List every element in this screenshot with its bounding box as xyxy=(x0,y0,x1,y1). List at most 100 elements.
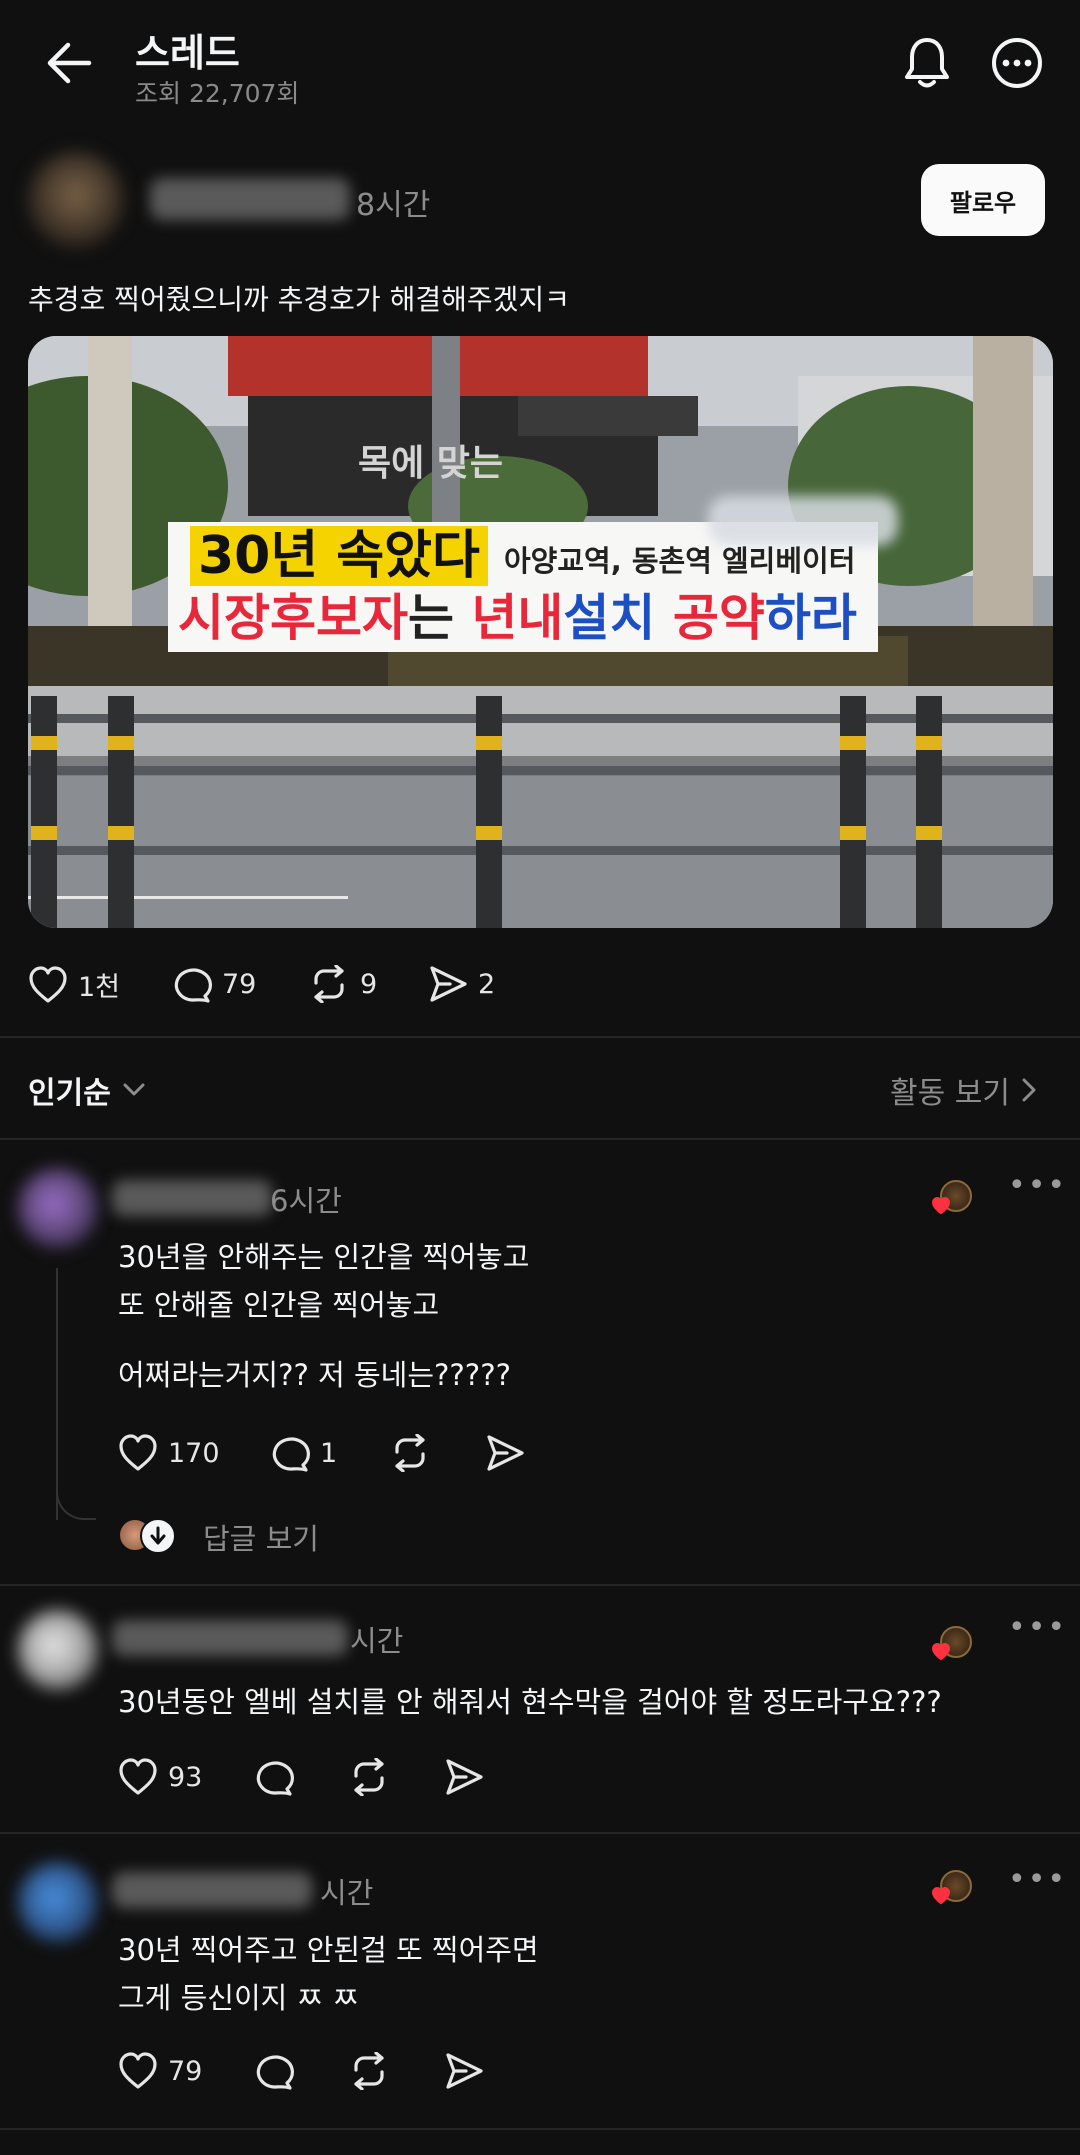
reply-action[interactable]: 1 xyxy=(270,1434,337,1472)
banner-word-5: 공약 xyxy=(655,589,765,647)
divider xyxy=(0,1036,1080,1038)
repost-action[interactable] xyxy=(348,1758,390,1796)
commenter-avatar[interactable] xyxy=(18,1610,98,1690)
banner-word-3: 년내 xyxy=(471,589,564,647)
divider xyxy=(0,2128,1080,2130)
view-replies-link[interactable]: 답글 보기 xyxy=(203,1516,319,1558)
comment-line: 또 안해줄 인간을 찍어놓고 xyxy=(118,1288,440,1322)
send-icon xyxy=(485,1434,525,1472)
comment-icon xyxy=(172,965,212,1003)
page-title: 스레드 xyxy=(135,31,240,75)
bell-icon[interactable] xyxy=(903,36,951,90)
share-action[interactable]: 2 xyxy=(428,965,495,1003)
heart-icon xyxy=(28,965,68,1004)
reply-action[interactable] xyxy=(254,2052,294,2090)
comment-action[interactable]: 79 xyxy=(172,965,256,1003)
like-action[interactable]: 170 xyxy=(118,1434,220,1472)
comment-time: 시간 xyxy=(320,1876,374,1910)
activity-label: 활동 보기 xyxy=(890,1076,1010,1111)
commenter-avatar[interactable] xyxy=(18,1168,98,1248)
comment-icon xyxy=(254,2052,294,2090)
liked-by-author-badge xyxy=(930,1870,972,1910)
like-action[interactable]: 1천 xyxy=(28,965,120,1004)
share-count: 2 xyxy=(478,968,496,1000)
commenter-name-blurred[interactable] xyxy=(112,1180,272,1216)
send-icon xyxy=(428,965,468,1003)
banner-line1-small: 아양교역, 동촌역 엘리베이터 xyxy=(504,544,856,578)
like-action[interactable]: 79 xyxy=(118,2052,202,2090)
sort-dropdown[interactable]: 인기순 xyxy=(28,1068,145,1112)
comment-line: 30년동안 엘베 설치를 안 해줘서 현수막을 걸어야 할 정도라구요??? xyxy=(118,1685,942,1719)
red-heart-icon xyxy=(930,1196,952,1216)
comment-time: 6시간 xyxy=(270,1184,342,1218)
comment-text: 30년동안 엘베 설치를 안 해줘서 현수막을 걸어야 할 정도라구요??? xyxy=(118,1678,942,1726)
red-heart-icon xyxy=(930,1642,952,1662)
back-arrow-icon[interactable] xyxy=(46,42,92,84)
comment-icon xyxy=(270,1434,310,1472)
author-avatar[interactable] xyxy=(28,152,124,248)
post-text: 추경호 찍어줬으니까 추경호가 해결해주겠지ㅋ xyxy=(28,283,570,316)
comment[interactable]: 6시간 30년을 안해주는 인간을 찍어놓고 또 안해줄 인간을 찍어놓고 어쩌… xyxy=(0,1140,1080,1584)
share-action[interactable] xyxy=(444,2052,484,2090)
comment-count: 79 xyxy=(222,968,257,1000)
post-photo[interactable]: 30년 속았다 아양교역, 동촌역 엘리베이터 시장후보자는 년내설치 공약하라… xyxy=(28,336,1053,928)
like-count: 79 xyxy=(168,2055,203,2087)
comment[interactable]: 시간 30년 찍어주고 안된걸 또 찍어주면 그게 등신이지 ㅉ ㅉ 79 ••… xyxy=(0,1834,1080,2134)
banner-word-4: 설치 xyxy=(563,589,656,647)
banner-word-2: 는 xyxy=(408,589,472,647)
commenter-name-blurred[interactable] xyxy=(112,1872,312,1908)
share-action[interactable] xyxy=(485,1434,525,1472)
red-heart-icon xyxy=(930,1886,952,1906)
repost-count: 9 xyxy=(360,968,378,1000)
repost-action[interactable] xyxy=(348,2052,390,2090)
banner-word-6: 하라 xyxy=(764,589,857,647)
like-count: 1천 xyxy=(78,972,121,1003)
send-icon xyxy=(444,1758,484,1796)
banner-line2: 시장후보자는 년내설치 공약하라 xyxy=(178,588,857,648)
liked-by-author-badge xyxy=(930,1626,972,1666)
comment-icon xyxy=(254,1758,294,1796)
repost-icon xyxy=(389,1434,431,1472)
banner-word-1: 시장후보자 xyxy=(178,589,408,647)
send-icon xyxy=(444,2052,484,2090)
sort-label: 인기순 xyxy=(28,1076,111,1111)
comment[interactable]: 시간 30년동안 엘베 설치를 안 해줘서 현수막을 걸어야 할 정도라구요??… xyxy=(0,1586,1080,1832)
banner-line1-big: 30년 속았다 xyxy=(190,526,488,586)
author-name-blurred[interactable] xyxy=(150,178,350,220)
follow-button[interactable]: 팔로우 xyxy=(921,164,1045,236)
comment-line: 30년을 안해주는 인간을 찍어놓고 xyxy=(118,1240,530,1274)
comment-time: 시간 xyxy=(350,1624,404,1658)
liked-by-author-badge xyxy=(930,1180,972,1220)
comment-line: 30년 찍어주고 안된걸 또 찍어주면 xyxy=(118,1933,539,1967)
heart-icon xyxy=(118,2052,158,2090)
more-options-icon[interactable] xyxy=(991,37,1043,89)
comment-more-icon[interactable]: ••• xyxy=(1008,1610,1067,1645)
comment-more-icon[interactable]: ••• xyxy=(1008,1862,1067,1897)
post-time: 8시간 xyxy=(356,188,431,223)
comment-line: 어쩌라는거지?? 저 동네는????? xyxy=(118,1358,511,1392)
repost-icon xyxy=(348,2052,390,2090)
repost-action[interactable] xyxy=(389,1434,431,1472)
view-count: 조회 22,707회 xyxy=(135,79,300,108)
commenter-avatar[interactable] xyxy=(18,1862,98,1942)
comment-text: 30년을 안해주는 인간을 찍어놓고 또 안해줄 인간을 찍어놓고 어쩌라는거지… xyxy=(118,1233,529,1399)
reply-action[interactable] xyxy=(254,1758,294,1796)
background-sign-text: 목에 맞는 xyxy=(358,443,504,484)
reply-count: 1 xyxy=(320,1437,338,1469)
thread-curve xyxy=(56,1480,96,1520)
like-action[interactable]: 93 xyxy=(118,1758,202,1796)
repost-icon xyxy=(348,1758,390,1796)
repost-action[interactable]: 9 xyxy=(308,965,377,1003)
chevron-right-icon xyxy=(1022,1078,1036,1102)
activity-link[interactable]: 활동 보기 xyxy=(890,1068,1036,1112)
arrow-down-icon xyxy=(140,1518,176,1554)
like-count: 93 xyxy=(168,1761,203,1793)
like-count: 170 xyxy=(168,1437,220,1469)
heart-icon xyxy=(118,1758,158,1796)
share-action[interactable] xyxy=(444,1758,484,1796)
repost-icon xyxy=(308,965,350,1003)
commenter-name-blurred[interactable] xyxy=(112,1620,348,1656)
comment-line: 그게 등신이지 ㅉ ㅉ xyxy=(118,1981,360,2015)
reply-avatars xyxy=(118,1518,178,1554)
comment-more-icon[interactable]: ••• xyxy=(1008,1168,1067,1203)
